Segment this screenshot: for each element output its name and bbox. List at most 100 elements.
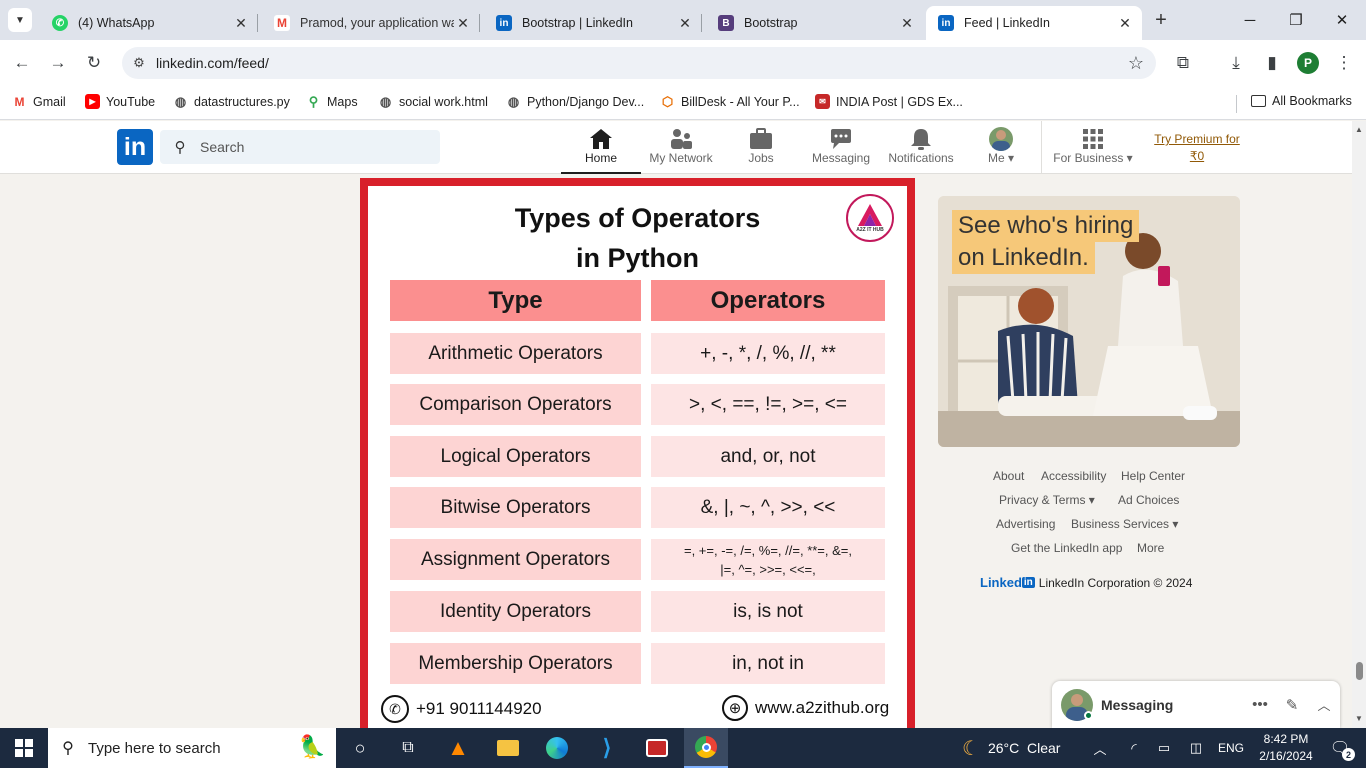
bookmark-youtube[interactable]: ▶ YouTube bbox=[85, 94, 155, 109]
footer-ad-choices[interactable]: Ad Choices bbox=[1118, 493, 1179, 507]
gmail-icon: M bbox=[274, 15, 290, 31]
all-bookmarks-button[interactable]: All Bookmarks bbox=[1251, 94, 1352, 108]
bookmark-datastructures[interactable]: ◍ datastructures.py bbox=[173, 94, 290, 109]
weather-widget[interactable]: ☾ 26°C Clear bbox=[962, 728, 1072, 768]
minimize-button[interactable]: ─ bbox=[1230, 6, 1270, 34]
vscode-app-icon[interactable]: ⟩ bbox=[584, 728, 630, 768]
menu-icon[interactable]: ⋮ bbox=[1331, 50, 1357, 76]
language-indicator[interactable]: ENG bbox=[1214, 728, 1248, 768]
nav-notifications[interactable]: Notifications bbox=[881, 121, 961, 174]
screen-recorder-icon[interactable] bbox=[634, 728, 680, 768]
close-icon[interactable]: ✕ bbox=[454, 15, 472, 32]
bookmark-label: social work.html bbox=[399, 94, 488, 109]
nav-label: Messaging bbox=[811, 151, 871, 165]
reload-button[interactable]: ↻ bbox=[81, 50, 107, 76]
linkedin-logo[interactable]: in bbox=[117, 129, 153, 165]
windows-taskbar: ⚲ Type here to search 🦜 ○ ⧉ ▲ ⟩ ☾ 26°C C… bbox=[0, 728, 1366, 768]
start-button[interactable] bbox=[0, 728, 48, 768]
network-icon[interactable]: ◜ bbox=[1122, 728, 1146, 768]
linkedin-search[interactable]: ⚲ Search bbox=[160, 130, 440, 164]
close-icon[interactable]: ✕ bbox=[232, 15, 250, 32]
bookmark-label: Maps bbox=[327, 94, 358, 109]
bookmark-maps[interactable]: ⚲ Maps bbox=[306, 94, 358, 109]
forward-button[interactable]: → bbox=[45, 50, 71, 76]
taskbar-search[interactable]: ⚲ Type here to search 🦜 bbox=[48, 728, 336, 768]
tab-feed-linkedin[interactable]: in Feed | LinkedIn ✕ bbox=[926, 6, 1142, 40]
tab-gmail[interactable]: M Pramod, your application wa ✕ bbox=[262, 6, 480, 40]
back-button[interactable]: ← bbox=[9, 50, 35, 76]
address-bar[interactable]: ⚙ linkedin.com/feed/ ☆ bbox=[122, 47, 1156, 79]
footer-about[interactable]: About bbox=[993, 469, 1024, 483]
weather-text: 26°C Clear bbox=[987, 740, 1061, 756]
bookmark-india-post[interactable]: ✉ INDIA Post | GDS Ex... bbox=[815, 94, 963, 109]
brand-badge-text: A2Z IT HUB bbox=[856, 227, 884, 233]
page-scrollbar[interactable]: ▲ ▼ bbox=[1352, 121, 1366, 728]
extensions-icon[interactable]: ⧉ bbox=[1170, 50, 1196, 76]
search-input[interactable]: Search bbox=[200, 139, 244, 155]
footer-advertising[interactable]: Advertising bbox=[996, 517, 1055, 531]
clock[interactable]: 8:42 PM 2/16/2024 bbox=[1254, 731, 1318, 765]
nav-home[interactable]: Home bbox=[561, 121, 641, 174]
messaging-widget[interactable]: Messaging ••• ✎ ︿ bbox=[1052, 681, 1340, 728]
download-icon[interactable]: ⤓ bbox=[1223, 50, 1249, 76]
close-icon[interactable]: ✕ bbox=[1116, 15, 1134, 32]
scroll-thumb[interactable] bbox=[1356, 662, 1363, 680]
side-panel-icon[interactable]: ▮ bbox=[1259, 50, 1285, 76]
restore-button[interactable]: ❐ bbox=[1276, 6, 1316, 34]
nav-my-network[interactable]: My Network bbox=[641, 121, 721, 174]
row-type: Arithmetic Operators bbox=[390, 333, 641, 374]
scroll-up-arrow[interactable]: ▲ bbox=[1355, 125, 1363, 134]
notification-center-button[interactable]: 🗨 2 bbox=[1320, 728, 1360, 768]
new-tab-button[interactable]: + bbox=[1150, 8, 1172, 32]
bookmark-gmail[interactable]: M Gmail bbox=[12, 94, 66, 109]
youtube-icon: ▶ bbox=[85, 94, 100, 109]
edge-app-icon[interactable] bbox=[534, 728, 580, 768]
close-window-button[interactable]: ✕ bbox=[1322, 6, 1362, 34]
taskbar-search-input[interactable]: Type here to search bbox=[88, 740, 221, 757]
footer-help-center[interactable]: Help Center bbox=[1121, 469, 1185, 483]
website-text: www.a2zithub.org bbox=[755, 698, 890, 717]
tab-whatsapp[interactable]: ✆ (4) WhatsApp ✕ bbox=[40, 6, 258, 40]
try-premium-link[interactable]: Try Premium for ₹0 bbox=[1150, 131, 1244, 165]
vlc-app-icon[interactable]: ▲ bbox=[436, 728, 480, 768]
chevron-up-icon[interactable]: ︿ bbox=[1088, 728, 1112, 768]
bookmark-python-django[interactable]: ◍ Python/Django Dev... bbox=[506, 94, 644, 109]
footer-accessibility[interactable]: Accessibility bbox=[1041, 469, 1106, 483]
chrome-app-icon[interactable] bbox=[684, 728, 728, 768]
chat-icon bbox=[829, 127, 853, 151]
browser-tab-strip: ▼ ✆ (4) WhatsApp ✕ M Pramod, your applic… bbox=[0, 0, 1366, 40]
chevron-up-icon[interactable]: ︿ bbox=[1308, 695, 1340, 714]
profile-avatar[interactable]: P bbox=[1297, 52, 1319, 74]
footer-get-app[interactable]: Get the LinkedIn app bbox=[1011, 541, 1122, 555]
file-explorer-icon[interactable] bbox=[484, 728, 532, 768]
cortana-button[interactable]: ○ bbox=[340, 728, 380, 768]
footer-privacy-terms[interactable]: Privacy & Terms ▾ bbox=[999, 493, 1095, 507]
post-image-card[interactable]: Types of Operators in Python A2Z IT HUB … bbox=[360, 178, 915, 728]
bookmark-billdesk[interactable]: ⬡ BillDesk - All Your P... bbox=[660, 94, 800, 109]
nav-messaging[interactable]: Messaging bbox=[801, 121, 881, 174]
nav-jobs[interactable]: Jobs bbox=[721, 121, 801, 174]
footer-more[interactable]: More bbox=[1137, 541, 1164, 555]
more-options-icon[interactable]: ••• bbox=[1244, 696, 1276, 713]
tab-search-button[interactable]: ▼ bbox=[8, 8, 32, 32]
bookmarks-divider bbox=[1236, 95, 1237, 113]
globe-icon: ◍ bbox=[174, 93, 187, 109]
nav-for-business[interactable]: For Business ▾ bbox=[1050, 121, 1136, 174]
tab-bootstrap[interactable]: B Bootstrap ✕ bbox=[706, 6, 924, 40]
hiring-ad[interactable]: See who's hiring on LinkedIn. bbox=[938, 196, 1240, 447]
bookmark-social-work[interactable]: ◍ social work.html bbox=[378, 94, 488, 109]
compose-icon[interactable]: ✎ bbox=[1276, 696, 1308, 714]
close-icon[interactable]: ✕ bbox=[898, 15, 916, 32]
tab-bootstrap-linkedin[interactable]: in Bootstrap | LinkedIn ✕ bbox=[484, 6, 702, 40]
task-view-button[interactable]: ⧉ bbox=[388, 728, 428, 768]
nav-me[interactable]: Me ▾ bbox=[961, 121, 1041, 174]
site-info-icon[interactable]: ⚙ bbox=[122, 55, 156, 71]
bookmark-star-icon[interactable]: ☆ bbox=[1128, 53, 1144, 74]
close-icon[interactable]: ✕ bbox=[676, 15, 694, 32]
footer-business-services[interactable]: Business Services ▾ bbox=[1071, 517, 1178, 531]
scroll-down-arrow[interactable]: ▼ bbox=[1355, 714, 1363, 723]
volume-icon[interactable]: ◫ bbox=[1184, 728, 1208, 768]
linkedin-icon: in bbox=[938, 15, 954, 31]
all-bookmarks-label: All Bookmarks bbox=[1272, 94, 1352, 108]
battery-icon[interactable]: ▭ bbox=[1152, 728, 1176, 768]
